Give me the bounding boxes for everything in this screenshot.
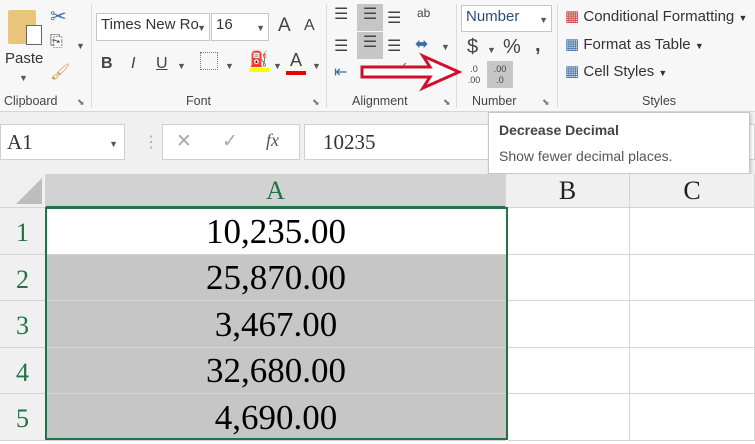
worksheet-grid: A B C 1 2 3 4 5 10,235.00 25,870.00 3,46… — [0, 174, 755, 441]
cell-c4[interactable] — [630, 348, 755, 394]
fill-color-icon[interactable]: ⛽ — [249, 50, 269, 72]
merge-center-icon[interactable]: ⬌ — [415, 34, 428, 54]
font-name-value: Times New Ro — [101, 16, 199, 33]
paste-button[interactable]: Paste — [5, 50, 43, 67]
cell-c1[interactable] — [630, 208, 755, 255]
number-group-label: Number — [472, 94, 517, 108]
cancel-icon[interactable]: ✕ — [176, 130, 192, 153]
ribbon: Paste ▼ ✂ ⎘ ▼ 🖌 Clipboard ⬊ Times New Ro… — [0, 0, 755, 112]
cut-icon[interactable]: ✂ — [50, 4, 67, 29]
font-color-button[interactable]: A — [286, 50, 306, 75]
row-header[interactable]: 1 — [0, 208, 46, 255]
column-header-b[interactable]: B — [506, 174, 630, 208]
cell-styles-button[interactable]: ▦ Cell Styles ▼ — [565, 62, 667, 80]
paste-page-icon — [26, 25, 42, 45]
conditional-formatting-icon: ▦ — [565, 8, 580, 25]
borders-dropdown[interactable]: ▼ — [225, 61, 234, 71]
row-header[interactable]: 4 — [0, 348, 46, 394]
select-all-button[interactable] — [0, 174, 46, 208]
currency-button[interactable]: $ — [467, 36, 478, 59]
enter-icon[interactable]: ✓ — [222, 130, 238, 153]
font-size-select[interactable]: 16 ▼ — [211, 13, 269, 41]
shrink-font-button[interactable]: A — [304, 17, 315, 35]
cell-c2[interactable] — [630, 255, 755, 301]
cell-b5[interactable] — [508, 394, 630, 441]
cell-b1[interactable] — [508, 208, 630, 255]
font-color-dropdown[interactable]: ▼ — [312, 61, 321, 71]
column-header-c[interactable]: C — [630, 174, 755, 208]
selection-border — [45, 207, 508, 440]
bold-button[interactable]: B — [101, 55, 113, 73]
cell-c5[interactable] — [630, 394, 755, 441]
font-name-select[interactable]: Times New Ro ▼ — [96, 13, 210, 41]
copy-dropdown[interactable]: ▼ — [76, 41, 85, 51]
copy-icon[interactable]: ⎘ — [50, 33, 63, 51]
font-size-value: 16 — [216, 16, 233, 33]
alignment-launcher-icon[interactable]: ⬊ — [443, 97, 451, 108]
row-header[interactable]: 5 — [0, 394, 46, 441]
percent-button[interactable]: % — [503, 36, 521, 59]
merge-dropdown[interactable]: ▼ — [441, 42, 450, 52]
align-left-icon[interactable]: ☰ — [334, 36, 348, 56]
wrap-text-button[interactable]: ab — [417, 6, 430, 20]
borders-icon[interactable] — [200, 52, 218, 70]
fill-color-dropdown[interactable]: ▼ — [273, 61, 282, 71]
cell-b4[interactable] — [508, 348, 630, 394]
underline-button[interactable]: U — [156, 55, 168, 73]
clipboard-launcher-icon[interactable]: ⬊ — [77, 97, 85, 108]
more-icon: ⋮ — [143, 134, 159, 151]
italic-button[interactable]: I — [131, 55, 135, 73]
cell-c3[interactable] — [630, 301, 755, 348]
increase-decimal-button[interactable]: .0 .00 — [463, 62, 485, 88]
name-box[interactable]: A1 ▼ — [0, 124, 125, 160]
top-align-icon[interactable]: ☰ — [334, 4, 348, 24]
tooltip-description: Show fewer decimal places. — [499, 148, 673, 164]
cell-b3[interactable] — [508, 301, 630, 348]
tooltip: Decrease Decimal Show fewer decimal plac… — [488, 112, 750, 174]
conditional-formatting-button[interactable]: ▦ Conditional Formatting ▼ — [565, 7, 747, 25]
format-as-table-button[interactable]: ▦ Format as Table ▼ — [565, 35, 704, 53]
grow-font-button[interactable]: A — [278, 15, 291, 37]
format-painter-icon[interactable]: 🖌 — [50, 62, 70, 82]
annotation-arrow — [360, 52, 462, 92]
tooltip-title: Decrease Decimal — [499, 122, 619, 138]
row-header[interactable]: 2 — [0, 255, 46, 301]
decrease-decimal-button[interactable]: .00 .0 — [487, 61, 513, 88]
decrease-indent-icon[interactable]: ⇤ — [334, 62, 347, 82]
styles-group-label: Styles — [642, 94, 677, 108]
insert-function-icon[interactable]: fx — [266, 130, 279, 151]
font-launcher-icon[interactable]: ⬊ — [312, 97, 320, 108]
underline-dropdown[interactable]: ▼ — [177, 61, 186, 71]
row-header[interactable]: 3 — [0, 301, 46, 348]
format-table-icon: ▦ — [565, 36, 580, 53]
comma-button[interactable]: , — [535, 34, 541, 57]
paste-dropdown[interactable]: ▼ — [19, 73, 28, 83]
font-group-label: Font — [186, 94, 212, 108]
number-format-value: Number — [466, 8, 520, 25]
cell-b2[interactable] — [508, 255, 630, 301]
currency-dropdown[interactable]: ▼ — [487, 45, 496, 55]
number-launcher-icon[interactable]: ⬊ — [542, 97, 550, 108]
clipboard-group-label: Clipboard — [4, 94, 58, 108]
number-format-select[interactable]: Number ▼ — [461, 5, 552, 32]
middle-align-icon[interactable]: ☰ — [357, 4, 383, 31]
cell-styles-icon: ▦ — [565, 63, 580, 80]
alignment-group-label: Alignment — [352, 94, 408, 108]
column-header-a[interactable]: A — [46, 174, 506, 208]
bottom-align-icon[interactable]: ☰ — [387, 8, 401, 28]
